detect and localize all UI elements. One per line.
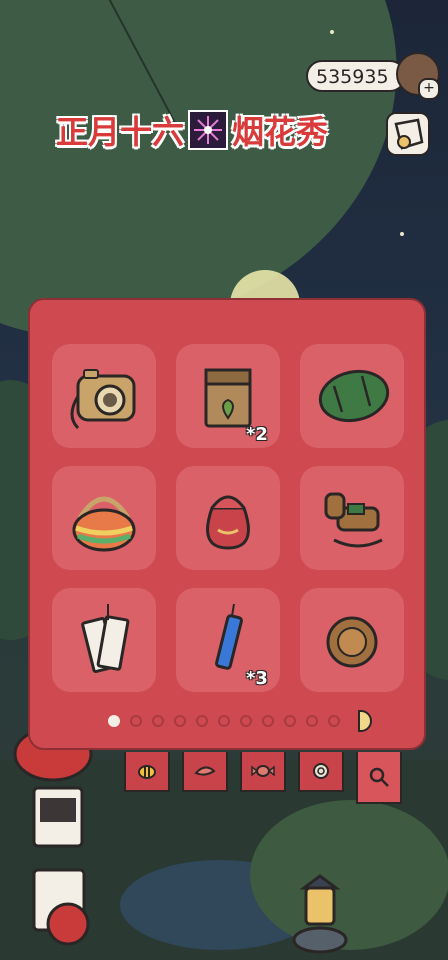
tab-bee[interactable] (124, 752, 170, 792)
tab-snail[interactable] (298, 752, 344, 792)
event-banner[interactable]: 正月十六 烟花秀 (56, 108, 328, 152)
leaf-icon (194, 766, 216, 776)
photo-album-icon[interactable] (28, 784, 88, 854)
sleeping-bag-icon (318, 369, 390, 423)
snail-icon (313, 763, 329, 779)
inventory-slot-seed-pouch[interactable]: *2 (176, 344, 280, 448)
page-dot[interactable] (262, 715, 274, 727)
inventory-slot-toy-horse[interactable] (300, 466, 404, 570)
wooden-coin-icon (326, 616, 378, 668)
tab-leaf[interactable] (182, 752, 228, 792)
bag-icon (394, 118, 424, 150)
page-dot[interactable] (152, 715, 164, 727)
page-dot[interactable] (306, 715, 318, 727)
page-dot[interactable] (284, 715, 296, 727)
banner-text-left: 正月十六 (56, 113, 185, 151)
bee-icon (138, 765, 156, 779)
page-dot[interactable] (328, 715, 340, 727)
fireworks-icon (188, 110, 229, 150)
currency-amount: 535935 (316, 66, 389, 88)
currency-display: 535935 (306, 60, 406, 92)
inventory-slot-wooden-coin[interactable] (300, 588, 404, 692)
page-indicator (108, 712, 374, 730)
page-dot[interactable] (218, 715, 230, 727)
inventory-panel: *2 *3 (28, 298, 426, 750)
banner-text-right: 烟花秀 (232, 113, 329, 151)
page-dot[interactable] (130, 715, 142, 727)
tab-search[interactable] (356, 752, 402, 804)
pouch-icon (206, 495, 250, 550)
page-dot[interactable] (240, 715, 252, 727)
apple-letter-icon[interactable] (26, 864, 96, 954)
rainbow-basket-icon (72, 496, 136, 552)
inventory-slot-camera[interactable] (52, 344, 156, 448)
plus-icon[interactable]: + (418, 78, 440, 100)
candy-icon (251, 765, 275, 777)
inventory-slot-sleeping-bag[interactable] (300, 344, 404, 448)
star (330, 30, 334, 34)
inventory-slot-rainbow-basket[interactable] (52, 466, 156, 570)
tab-candy[interactable] (240, 752, 286, 792)
inventory-slot-drawstring-pouch[interactable] (176, 466, 280, 570)
backpack-button[interactable] (386, 112, 430, 156)
page-dot[interactable] (108, 715, 120, 727)
item-quantity: *2 (246, 424, 268, 445)
inventory-slot-firework-stick[interactable]: *3 (176, 588, 280, 692)
magnifier-icon (369, 767, 389, 787)
charm-tags-icon (81, 604, 130, 673)
lantern-icon (292, 874, 348, 954)
inventory-slot-charm-tags[interactable] (52, 588, 156, 692)
page-dot[interactable] (196, 715, 208, 727)
item-quantity: *3 (246, 668, 268, 689)
star (400, 232, 404, 236)
page-dot[interactable] (174, 715, 186, 727)
toy-horse-icon (324, 492, 383, 548)
camera-icon (70, 369, 136, 430)
